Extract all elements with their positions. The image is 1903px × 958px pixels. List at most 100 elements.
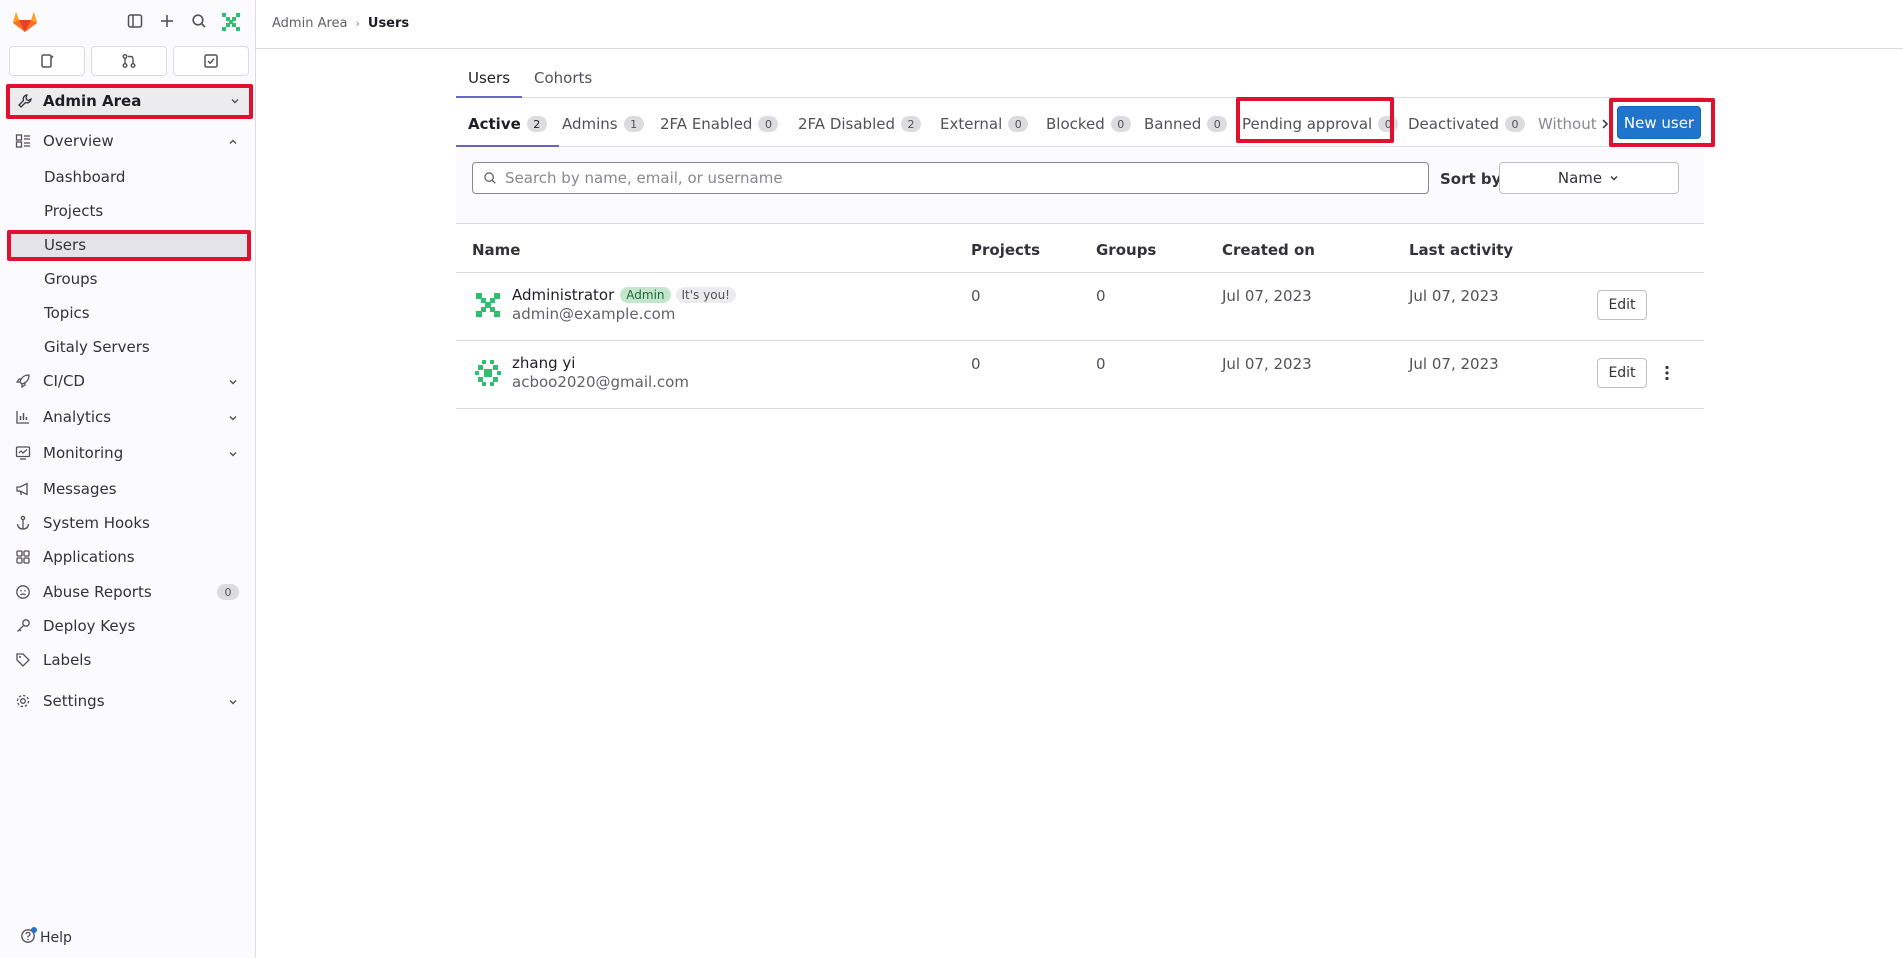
filter-tab-blocked[interactable]: Blocked 0 [1034, 101, 1143, 147]
plus-icon[interactable] [157, 11, 177, 31]
nav-system-hooks[interactable]: System Hooks [9, 508, 251, 538]
filter-tab-pending-approval[interactable]: Pending approval 0 [1230, 101, 1410, 147]
user-name-link[interactable]: zhang yi [512, 354, 575, 372]
nav-users[interactable]: Users [9, 230, 251, 260]
filter-tab-without[interactable]: Without [1526, 101, 1598, 147]
help-button[interactable]: Help [20, 927, 72, 948]
nav-analytics[interactable]: Analytics [9, 402, 251, 432]
cell-last-activity: Jul 07, 2023 [1409, 287, 1499, 305]
issues-button[interactable] [9, 46, 85, 76]
breadcrumb-admin-area[interactable]: Admin Area [272, 16, 347, 31]
cell-last-activity: Jul 07, 2023 [1409, 355, 1499, 373]
count-badge: 0 [1504, 116, 1525, 132]
table-row: Administrator Admin It's you! admin@exam… [456, 273, 1704, 341]
merge-requests-button[interactable] [91, 46, 167, 76]
column-projects: Projects [971, 241, 1041, 259]
nav-settings[interactable]: Settings [9, 686, 251, 716]
search-input[interactable]: Search by name, email, or username [472, 162, 1429, 194]
nav-monitoring[interactable]: Monitoring [9, 438, 251, 468]
nav-topics-label: Topics [44, 304, 90, 322]
count-badge: 1 [623, 116, 644, 132]
breadcrumb-users[interactable]: Users [368, 16, 409, 31]
nav-deploy-keys[interactable]: Deploy Keys [9, 611, 251, 641]
sidebar-toggle-icon[interactable] [125, 11, 145, 31]
edit-button[interactable]: Edit [1597, 290, 1647, 320]
merge-request-icon [122, 54, 136, 68]
megaphone-icon [15, 481, 31, 497]
column-groups: Groups [1096, 241, 1157, 259]
nav-overview[interactable]: Overview [9, 126, 251, 156]
anchor-icon [15, 515, 31, 531]
count-badge: 0 [1008, 116, 1029, 132]
issues-icon [41, 54, 54, 68]
context-switcher[interactable]: Admin Area [9, 86, 251, 116]
column-created-on: Created on [1222, 241, 1315, 259]
nav-gitaly-servers-label: Gitaly Servers [44, 338, 150, 356]
label-icon [15, 652, 31, 668]
user-email: acboo2020@gmail.com [512, 373, 689, 391]
filter-tab-label: External [940, 115, 1003, 133]
user-avatar-icon[interactable] [472, 289, 504, 321]
nav-applications[interactable]: Applications [9, 542, 251, 572]
filter-tab-active[interactable]: Active 2 [456, 101, 559, 147]
filter-tab-label: 2FA Disabled [798, 115, 895, 133]
user-name-link[interactable]: Administrator [512, 286, 614, 304]
filter-tab-external[interactable]: External 0 [928, 101, 1040, 147]
chevron-up-icon [227, 134, 239, 152]
todo-icon [204, 54, 218, 68]
search-icon[interactable] [189, 11, 209, 31]
todos-button[interactable] [173, 46, 249, 76]
gitlab-logo-icon[interactable] [12, 9, 38, 33]
abuse-reports-count: 0 [217, 584, 239, 600]
monitor-icon [15, 445, 31, 461]
notification-dot [31, 927, 37, 933]
nav-applications-label: Applications [43, 548, 135, 566]
nav-abuse-reports[interactable]: Abuse Reports 0 [9, 577, 251, 607]
gear-icon [15, 693, 31, 709]
nav-monitoring-label: Monitoring [43, 444, 124, 462]
nav-overview-label: Overview [43, 132, 114, 150]
filter-tab-admins[interactable]: Admins 1 [550, 101, 656, 147]
filter-tab-deactivated[interactable]: Deactivated 0 [1396, 101, 1537, 147]
chevron-right-icon: › [355, 17, 360, 30]
cell-groups: 0 [1096, 287, 1106, 305]
nav-cicd[interactable]: CI/CD [9, 366, 251, 396]
nav-dashboard[interactable]: Dashboard [9, 162, 251, 192]
sort-dropdown[interactable]: Name [1499, 162, 1679, 194]
new-user-button[interactable]: New user [1617, 106, 1701, 139]
chevron-down-icon [227, 446, 239, 464]
user-name: zhang yi [512, 354, 575, 372]
sidebar-header [0, 0, 256, 42]
count-badge: 2 [901, 116, 921, 132]
user-avatar-icon[interactable] [219, 10, 243, 34]
nav-analytics-label: Analytics [43, 408, 112, 426]
cell-projects: 0 [971, 355, 981, 373]
context-title: Admin Area [43, 92, 142, 110]
nav-topics[interactable]: Topics [9, 298, 251, 328]
nav-labels[interactable]: Labels [9, 645, 251, 675]
user-avatar-icon[interactable] [472, 357, 504, 389]
nav-settings-label: Settings [43, 692, 105, 710]
user-email: admin@example.com [512, 305, 676, 323]
nav-projects[interactable]: Projects [9, 196, 251, 226]
filter-tab-label: Admins [562, 115, 618, 133]
nav-groups[interactable]: Groups [9, 264, 251, 294]
tab-users[interactable]: Users [456, 58, 522, 98]
main-tabs: Users Cohorts [456, 58, 1704, 98]
count-badge: 0 [1110, 116, 1131, 132]
filter-tab-banned[interactable]: Banned 0 [1132, 101, 1239, 147]
nav-gitaly-servers[interactable]: Gitaly Servers [9, 332, 251, 362]
applications-icon [15, 549, 31, 565]
more-actions-icon[interactable] [1652, 358, 1682, 388]
filter-tab-label: 2FA Enabled [660, 115, 753, 133]
filter-tab-2fa-disabled[interactable]: 2FA Disabled 2 [786, 101, 933, 147]
filter-tab-2fa-enabled[interactable]: 2FA Enabled 0 [648, 101, 790, 147]
chart-icon [15, 409, 31, 425]
chevron-down-icon [227, 694, 239, 712]
nav-messages[interactable]: Messages [9, 474, 251, 504]
breadcrumb: Admin Area › Users [272, 16, 409, 31]
admin-badge: Admin [620, 287, 671, 303]
tab-cohorts[interactable]: Cohorts [522, 58, 604, 98]
edit-button[interactable]: Edit [1597, 358, 1647, 388]
chevron-right-icon[interactable] [1599, 114, 1611, 134]
